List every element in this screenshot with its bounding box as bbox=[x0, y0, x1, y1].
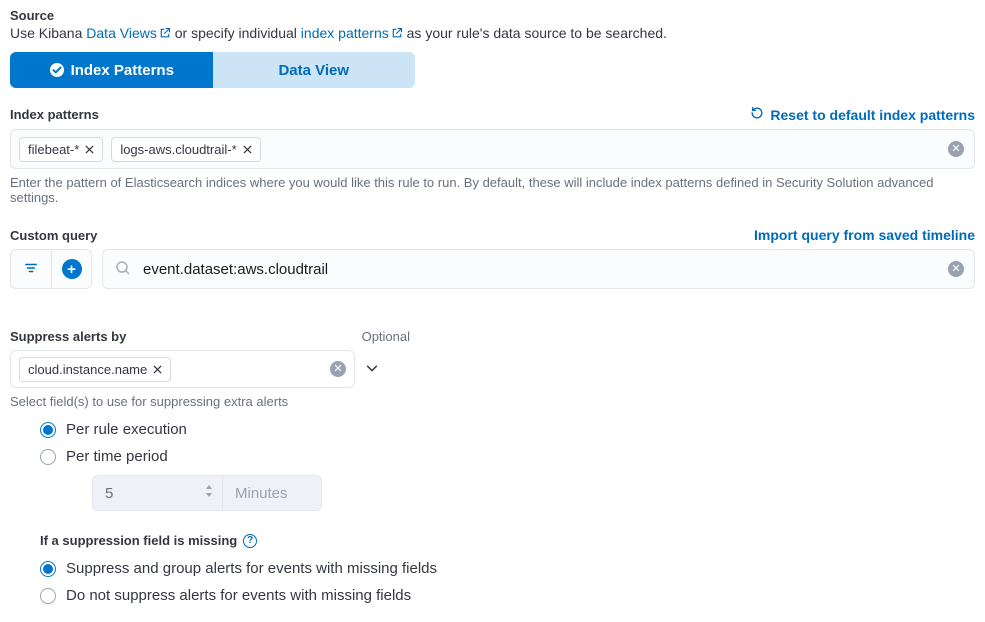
clear-suppress-fields-icon[interactable]: ✕ bbox=[330, 361, 346, 377]
source-desc-prefix: Use Kibana bbox=[10, 25, 86, 41]
remove-pill-icon[interactable] bbox=[243, 142, 252, 157]
missing-field-label: If a suppression field is missing bbox=[40, 533, 237, 548]
search-icon bbox=[115, 260, 131, 279]
clear-query-icon[interactable]: ✕ bbox=[948, 261, 964, 277]
chevron-down-icon[interactable] bbox=[365, 361, 379, 378]
clear-index-patterns-icon[interactable]: ✕ bbox=[948, 141, 964, 157]
radio-icon bbox=[40, 449, 56, 465]
radio-icon bbox=[40, 561, 56, 577]
custom-query-value: event.dataset:aws.cloudtrail bbox=[143, 261, 328, 278]
suppress-fields-combo[interactable]: cloud.instance.name ✕ bbox=[10, 350, 355, 388]
optional-label: Optional bbox=[362, 329, 410, 344]
reset-default-patterns-text: Reset to default index patterns bbox=[770, 107, 975, 123]
tab-data-view[interactable]: Data View bbox=[213, 52, 416, 88]
custom-query-input[interactable]: event.dataset:aws.cloudtrail ✕ bbox=[102, 249, 975, 289]
import-query-text: Import query from saved timeline bbox=[754, 227, 975, 243]
source-desc-mid: or specify individual bbox=[171, 25, 301, 41]
stepper-icon[interactable] bbox=[204, 483, 214, 503]
source-desc-suffix: as your rule's data source to be searche… bbox=[403, 25, 667, 41]
radio-icon bbox=[40, 588, 56, 604]
index-patterns-link[interactable]: index patterns bbox=[301, 25, 403, 41]
radio-dont-suppress-missing-label: Do not suppress alerts for events with m… bbox=[66, 587, 411, 604]
time-period-value: 5 bbox=[105, 485, 113, 502]
filter-options-button[interactable] bbox=[11, 250, 51, 288]
radio-per-rule-execution[interactable]: Per rule execution bbox=[40, 421, 975, 438]
custom-query-label: Custom query bbox=[10, 228, 97, 243]
data-views-link-text: Data Views bbox=[86, 25, 157, 41]
suppress-field-pill-text: cloud.instance.name bbox=[28, 362, 147, 377]
radio-per-rule-label: Per rule execution bbox=[66, 421, 187, 438]
time-period-value-input[interactable]: 5 bbox=[92, 475, 222, 511]
source-description: Use Kibana Data Views or specify individ… bbox=[10, 25, 975, 42]
tab-data-view-label: Data View bbox=[278, 62, 349, 79]
index-patterns-combo[interactable]: filebeat-* logs-aws.cloudtrail-* ✕ bbox=[10, 129, 975, 169]
external-link-icon bbox=[391, 26, 403, 42]
radio-dont-suppress-missing[interactable]: Do not suppress alerts for events with m… bbox=[40, 587, 975, 604]
data-views-link[interactable]: Data Views bbox=[86, 25, 171, 41]
remove-pill-icon[interactable] bbox=[153, 362, 162, 377]
help-icon[interactable]: ? bbox=[243, 534, 257, 548]
radio-per-time-label: Per time period bbox=[66, 448, 168, 465]
external-link-icon bbox=[159, 26, 171, 42]
index-pattern-pill-text: logs-aws.cloudtrail-* bbox=[120, 142, 236, 157]
time-period-unit-select[interactable]: Minutes bbox=[222, 475, 322, 511]
reset-default-patterns-link[interactable]: Reset to default index patterns bbox=[750, 106, 975, 123]
filter-icon bbox=[24, 261, 38, 278]
source-label: Source bbox=[10, 8, 975, 23]
tab-index-patterns-label: Index Patterns bbox=[71, 62, 174, 79]
radio-icon bbox=[40, 422, 56, 438]
suppress-field-pill: cloud.instance.name bbox=[19, 357, 171, 382]
index-pattern-pill: filebeat-* bbox=[19, 137, 103, 162]
remove-pill-icon[interactable] bbox=[85, 142, 94, 157]
radio-per-time-period[interactable]: Per time period bbox=[40, 448, 975, 465]
index-patterns-helper: Enter the pattern of Elasticsearch indic… bbox=[10, 175, 975, 205]
index-patterns-link-text: index patterns bbox=[301, 25, 389, 41]
check-icon bbox=[49, 62, 65, 78]
query-filter-buttons: + bbox=[10, 249, 92, 289]
source-type-toggle: Index Patterns Data View bbox=[10, 52, 415, 88]
add-filter-button[interactable]: + bbox=[51, 250, 91, 288]
index-pattern-pill: logs-aws.cloudtrail-* bbox=[111, 137, 260, 162]
time-period-unit: Minutes bbox=[235, 485, 288, 502]
refresh-icon bbox=[750, 106, 764, 123]
plus-icon: + bbox=[62, 259, 82, 279]
tab-index-patterns[interactable]: Index Patterns bbox=[10, 52, 213, 88]
suppress-helper: Select field(s) to use for suppressing e… bbox=[10, 394, 975, 409]
radio-suppress-missing-label: Suppress and group alerts for events wit… bbox=[66, 560, 437, 577]
index-patterns-label: Index patterns bbox=[10, 107, 99, 122]
import-query-link[interactable]: Import query from saved timeline bbox=[754, 227, 975, 243]
index-pattern-pill-text: filebeat-* bbox=[28, 142, 79, 157]
radio-suppress-missing[interactable]: Suppress and group alerts for events wit… bbox=[40, 560, 975, 577]
suppress-label: Suppress alerts by bbox=[10, 329, 126, 344]
